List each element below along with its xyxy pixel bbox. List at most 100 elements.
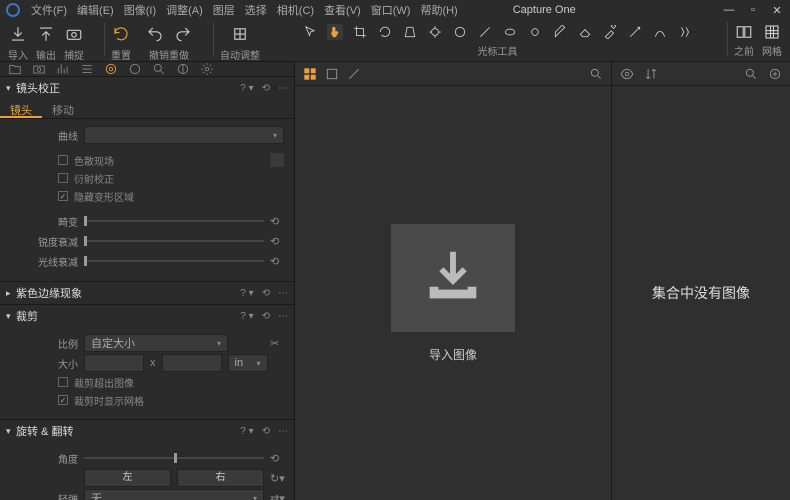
cursor-picker-icon[interactable] bbox=[602, 24, 618, 40]
cursor-spot-icon[interactable] bbox=[427, 24, 443, 40]
cursor-heal-icon[interactable] bbox=[527, 24, 543, 40]
view-annotate-icon[interactable] bbox=[347, 67, 361, 81]
cursor-zoom-icon[interactable] bbox=[677, 24, 693, 40]
reset-icon[interactable]: ⟲ bbox=[270, 235, 284, 248]
reset-section-icon[interactable]: ⟲ bbox=[262, 426, 270, 437]
menu-section-icon[interactable]: ⋯ bbox=[278, 311, 288, 322]
reset-icon[interactable]: ⟲ bbox=[270, 255, 284, 268]
help-icon[interactable]: ? ▾ bbox=[240, 426, 253, 437]
reset-section-icon[interactable]: ⟲ bbox=[262, 311, 270, 322]
menu-layers[interactable]: 图层 bbox=[208, 2, 240, 18]
collapse-icon[interactable]: ▾ bbox=[6, 311, 16, 322]
help-icon[interactable]: ? ▾ bbox=[240, 311, 253, 322]
search-browser-icon[interactable] bbox=[744, 67, 758, 81]
chk-outside[interactable] bbox=[58, 377, 68, 387]
chk-showgrid[interactable] bbox=[58, 395, 68, 405]
ratio-dropdown[interactable]: 自定大小▾ bbox=[84, 334, 228, 352]
reset-section-icon[interactable]: ⟲ bbox=[262, 288, 270, 299]
menu-section-icon[interactable]: ⋯ bbox=[278, 83, 288, 94]
before-after-icon[interactable] bbox=[734, 22, 754, 42]
tab-histogram-icon[interactable] bbox=[56, 62, 70, 76]
autoadjust-icon[interactable] bbox=[230, 24, 250, 44]
cursor-keystone-icon[interactable] bbox=[402, 24, 418, 40]
undo-icon[interactable] bbox=[145, 24, 165, 44]
curve-dropdown[interactable]: ▾ bbox=[84, 126, 284, 144]
menu-adjust[interactable]: 调整(A) bbox=[161, 2, 208, 18]
export-icon[interactable] bbox=[36, 24, 56, 44]
menu-camera[interactable]: 相机(C) bbox=[272, 2, 319, 18]
import-icon[interactable] bbox=[8, 24, 28, 44]
menu-select[interactable]: 选择 bbox=[240, 2, 272, 18]
menu-section-icon[interactable]: ⋯ bbox=[278, 288, 288, 299]
zoom-browser-icon[interactable] bbox=[768, 67, 782, 81]
straighten-icon[interactable]: ↻▾ bbox=[270, 472, 284, 485]
collapse-icon[interactable]: ▾ bbox=[6, 83, 16, 94]
tab-adjust-icon[interactable] bbox=[176, 62, 190, 76]
cursor-erase-icon[interactable] bbox=[577, 24, 593, 40]
lightfall-slider[interactable] bbox=[84, 260, 264, 262]
cursor-wb-icon[interactable] bbox=[627, 24, 643, 40]
view-single-icon[interactable] bbox=[325, 67, 339, 81]
cursor-radial-icon[interactable] bbox=[502, 24, 518, 40]
capture-icon[interactable] bbox=[64, 24, 84, 44]
maximize-button[interactable]: ▫ bbox=[746, 4, 760, 16]
unit-dropdown[interactable]: in▾ bbox=[228, 354, 268, 372]
close-button[interactable]: ✕ bbox=[770, 4, 784, 17]
rotate-right-button[interactable]: 右 bbox=[177, 469, 264, 487]
help-icon[interactable]: ? ▾ bbox=[240, 288, 253, 299]
chk-diffraction[interactable] bbox=[58, 173, 68, 183]
cursor-annotate-icon[interactable] bbox=[652, 24, 668, 40]
menu-help[interactable]: 帮助(H) bbox=[415, 2, 462, 18]
menu-file[interactable]: 文件(F) bbox=[26, 2, 72, 18]
cursor-crop-icon[interactable] bbox=[352, 24, 368, 40]
subtab-lens[interactable]: 镜头 bbox=[0, 99, 42, 118]
sharpfall-slider[interactable] bbox=[84, 240, 264, 242]
crop-tool-icon[interactable]: ✂ bbox=[270, 337, 284, 350]
distortion-slider[interactable] bbox=[84, 220, 264, 222]
cursor-hand-icon[interactable] bbox=[327, 24, 343, 40]
menu-edit[interactable]: 编辑(E) bbox=[72, 2, 119, 18]
cursor-pointer-icon[interactable] bbox=[302, 24, 318, 40]
redo-icon[interactable] bbox=[173, 24, 193, 44]
visibility-icon[interactable] bbox=[620, 67, 634, 81]
tab-color-icon[interactable] bbox=[128, 62, 142, 76]
reset-icon[interactable]: ⟲ bbox=[270, 452, 284, 465]
tab-lens-icon[interactable] bbox=[104, 62, 118, 76]
menu-section-icon[interactable]: ⋯ bbox=[278, 426, 288, 437]
collapse-icon[interactable]: ▸ bbox=[6, 288, 16, 299]
tab-library-icon[interactable] bbox=[8, 62, 22, 76]
height-input[interactable] bbox=[162, 354, 222, 372]
minimize-button[interactable]: — bbox=[722, 4, 736, 16]
flip-icon[interactable]: ⇄▾ bbox=[270, 492, 284, 500]
angle-slider[interactable] bbox=[84, 457, 264, 459]
rotate-left-button[interactable]: 左 bbox=[84, 469, 171, 487]
view-grid-icon[interactable] bbox=[303, 67, 317, 81]
cursor-gradient-icon[interactable] bbox=[477, 24, 493, 40]
tab-details-icon[interactable] bbox=[152, 62, 166, 76]
subtab-move[interactable]: 移动 bbox=[42, 99, 84, 118]
menu-image[interactable]: 图像(I) bbox=[119, 2, 161, 18]
grid-toggle-icon[interactable] bbox=[762, 22, 782, 42]
tab-exposure-icon[interactable] bbox=[80, 62, 94, 76]
tab-meta-icon[interactable] bbox=[200, 62, 214, 76]
menu-view[interactable]: 查看(V) bbox=[319, 2, 366, 18]
menu-window[interactable]: 窗口(W) bbox=[366, 2, 416, 18]
reset-icon[interactable]: ⟲ bbox=[270, 215, 284, 228]
analyze-icon[interactable] bbox=[270, 153, 284, 167]
reset-icon[interactable] bbox=[111, 24, 131, 44]
undoredo-label: 撤销重做 bbox=[149, 47, 189, 62]
sort-icon[interactable] bbox=[644, 67, 658, 81]
tab-capture-icon[interactable] bbox=[32, 62, 46, 76]
collapse-icon[interactable]: ▾ bbox=[6, 426, 16, 437]
search-icon[interactable] bbox=[589, 67, 603, 81]
width-input[interactable] bbox=[84, 354, 144, 372]
cursor-mask-icon[interactable] bbox=[452, 24, 468, 40]
snap-dropdown[interactable]: 无▾ bbox=[84, 489, 264, 500]
chk-hidedeform[interactable] bbox=[58, 191, 68, 201]
chk-chromatic[interactable] bbox=[58, 155, 68, 165]
help-icon[interactable]: ? ▾ bbox=[240, 83, 253, 94]
import-drop-zone[interactable] bbox=[391, 224, 515, 332]
cursor-rotate-icon[interactable] bbox=[377, 24, 393, 40]
cursor-brush-icon[interactable] bbox=[552, 24, 568, 40]
reset-section-icon[interactable]: ⟲ bbox=[262, 83, 270, 94]
